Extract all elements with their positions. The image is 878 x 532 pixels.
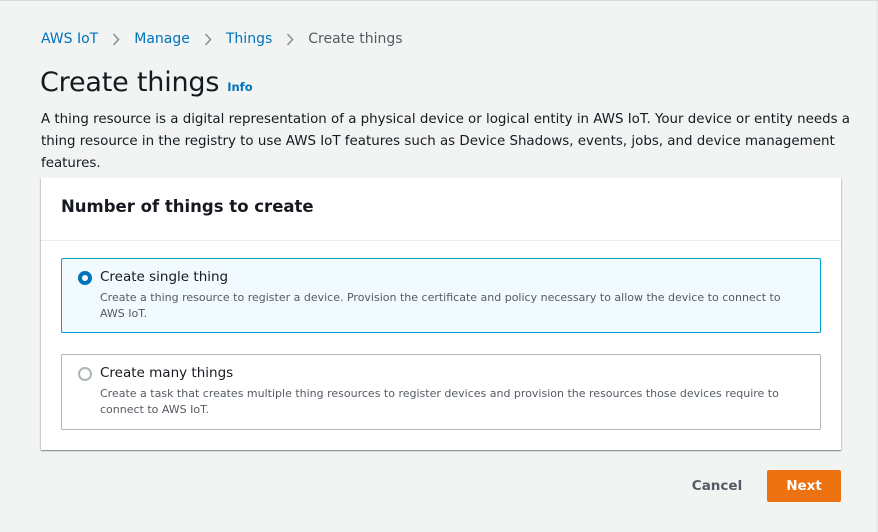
radio-unselected-icon[interactable] xyxy=(78,367,92,381)
page-description: A thing resource is a digital representa… xyxy=(41,112,851,171)
breadcrumb-current: Create things xyxy=(308,31,403,47)
breadcrumb-things[interactable]: Things xyxy=(226,31,272,47)
breadcrumb: AWS IoT Manage Things Create things xyxy=(41,29,403,49)
chevron-right-icon xyxy=(98,31,134,47)
things-count-panel: Number of things to create Create single… xyxy=(41,178,841,450)
breadcrumb-manage[interactable]: Manage xyxy=(134,31,190,47)
option-create-many-things[interactable]: Create many things Create a task that cr… xyxy=(61,354,821,430)
option-label: Create many things xyxy=(100,365,234,381)
chevron-right-icon xyxy=(190,31,226,47)
option-create-single-thing[interactable]: Create single thing Create a thing resou… xyxy=(61,258,821,333)
page-title: Create things xyxy=(40,67,220,98)
option-description: Create a task that creates multiple thin… xyxy=(100,387,779,416)
option-description: Create a thing resource to register a de… xyxy=(100,291,781,320)
page-header: Create things Info xyxy=(40,67,253,98)
option-label: Create single thing xyxy=(100,269,229,285)
radio-selected-icon[interactable] xyxy=(78,271,92,285)
next-button[interactable]: Next xyxy=(767,470,841,502)
info-link[interactable]: Info xyxy=(227,80,252,94)
panel-title: Number of things to create xyxy=(61,197,314,216)
cancel-button[interactable]: Cancel xyxy=(680,470,754,502)
breadcrumb-aws-iot[interactable]: AWS IoT xyxy=(41,31,98,47)
chevron-right-icon xyxy=(272,31,308,47)
panel-header: Number of things to create xyxy=(41,178,841,241)
